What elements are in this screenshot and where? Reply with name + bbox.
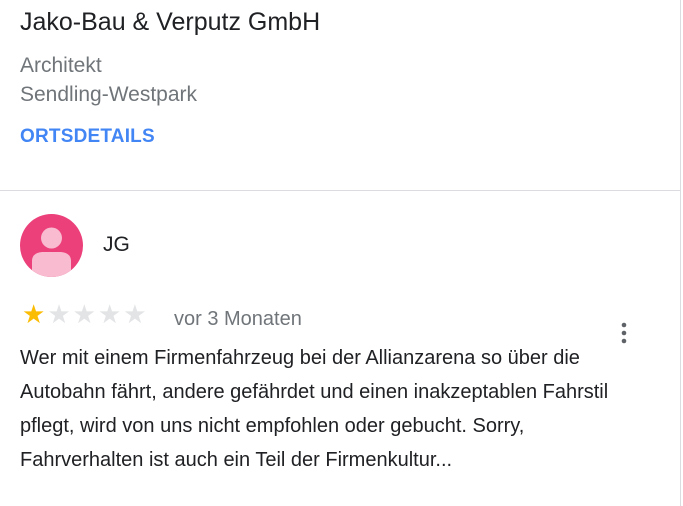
star-empty-icon: ★	[72, 300, 96, 330]
place-category: Architekt	[20, 54, 102, 77]
avatar[interactable]	[20, 214, 83, 277]
place-header: Jako-Bau & Verputz GmbH Architekt Sendli…	[20, 0, 660, 190]
review-time: vor 3 Monaten	[174, 308, 302, 330]
person-icon	[32, 227, 71, 277]
place-reviews-panel: Jako-Bau & Verputz GmbH Architekt Sendli…	[0, 0, 683, 506]
star-empty-icon: ★	[97, 300, 122, 330]
place-location: Sendling-Westpark	[20, 83, 198, 106]
review-text: Wer mit einem Firmenfahrzeug bei der All…	[20, 347, 609, 471]
star-empty-icon: ★	[123, 300, 147, 330]
star-filled-icon: ★	[22, 300, 46, 330]
divider	[0, 190, 681, 191]
review-author[interactable]: JG	[103, 233, 130, 257]
panel-border	[680, 0, 681, 506]
star-rating: ★ ★ ★ ★ ★	[22, 300, 147, 330]
place-details-link[interactable]: ORTSDETAILS	[20, 126, 155, 148]
star-empty-icon: ★	[47, 300, 71, 330]
place-title: Jako-Bau & Verputz GmbH	[20, 8, 321, 36]
